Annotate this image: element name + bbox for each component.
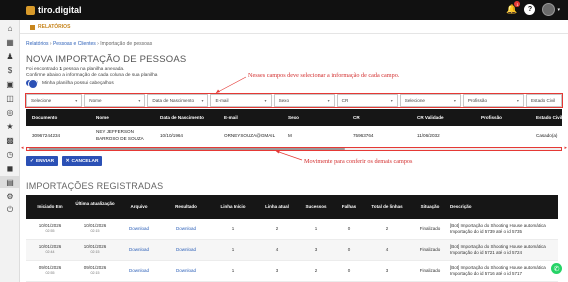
col-header: Total de linhas bbox=[371, 204, 403, 209]
col-header: Resultado bbox=[175, 204, 197, 209]
table-row: 09/01/2026 02:55 09/01/2026 02:15 Download… bbox=[26, 261, 558, 282]
col-header: Falhas bbox=[341, 204, 357, 209]
cell-descricao: [Bot] Importação do Shooting House autom… bbox=[450, 223, 546, 234]
col-header: Descrição bbox=[450, 204, 472, 209]
table-row: 10/01/2026 02:44 10/01/2026 02:15 Download… bbox=[26, 240, 558, 261]
download-result-link[interactable]: Download bbox=[162, 226, 210, 232]
cell-linha-atual: 2 bbox=[275, 226, 279, 231]
cell-linha-atual: 3 bbox=[275, 268, 279, 273]
cell-sucessos: 1 bbox=[314, 226, 318, 231]
col-header: Linha atual bbox=[265, 204, 289, 209]
col-header: Sucessos bbox=[305, 204, 327, 209]
cell-update: 09/01/2026 02:15 bbox=[83, 265, 107, 275]
registered-table-header: Iniciado Em Última atualização Arquivo R… bbox=[26, 195, 558, 219]
cell-linha-atual: 4 bbox=[275, 247, 279, 252]
cell-linha-inicio: 1 bbox=[231, 247, 235, 252]
cell-situacao: Finalizado bbox=[419, 268, 441, 273]
cell-total: 2 bbox=[385, 226, 389, 231]
cell-sucessos: 2 bbox=[314, 268, 318, 273]
whatsapp-icon[interactable]: ✆ bbox=[551, 263, 562, 274]
annotation-arrowhead-top bbox=[216, 89, 220, 93]
cell-falhas: 0 bbox=[347, 226, 351, 231]
cell-situacao: Finalizado bbox=[419, 226, 441, 231]
cell-descricao: [Bot] Importação do Shooting House autom… bbox=[450, 265, 546, 276]
download-result-link[interactable]: Download bbox=[162, 268, 210, 274]
col-header: Linha Início bbox=[220, 204, 246, 209]
registered-imports-title: IMPORTAÇÕES REGISTRADAS bbox=[26, 181, 164, 191]
col-header: Situação bbox=[420, 204, 440, 209]
download-file-link[interactable]: Download bbox=[116, 247, 162, 253]
cell-falhas: 0 bbox=[347, 247, 351, 252]
cell-start: 09/01/2026 02:55 bbox=[38, 265, 62, 275]
cell-start: 10/01/2026 02:44 bbox=[38, 244, 62, 254]
col-header: Iniciado Em bbox=[37, 204, 63, 209]
cell-total: 3 bbox=[385, 268, 389, 273]
annotation-arrow-bottom bbox=[275, 150, 303, 161]
cell-descricao: [Bot] Importação do Shooting House autom… bbox=[450, 244, 546, 255]
cell-sucessos: 3 bbox=[314, 247, 318, 252]
download-result-link[interactable]: Download bbox=[162, 247, 210, 253]
cell-start: 10/01/2026 02:55 bbox=[38, 223, 62, 233]
annotation-bottom: Movimente para conferir os demais campos bbox=[304, 158, 413, 165]
cell-update: 10/01/2026 02:15 bbox=[83, 244, 107, 254]
download-file-link[interactable]: Download bbox=[116, 226, 162, 232]
cell-update: 10/01/2026 02:15 bbox=[83, 223, 107, 233]
cell-total: 4 bbox=[385, 247, 389, 252]
cell-falhas: 0 bbox=[347, 268, 351, 273]
annotation-arrow-top bbox=[215, 76, 247, 94]
table-row: 10/01/2026 02:55 10/01/2026 02:15 Download… bbox=[26, 219, 558, 240]
col-header: Última atualização bbox=[75, 201, 115, 206]
cell-situacao: Finalizado bbox=[419, 247, 441, 252]
annotation-top: Nesses campos deve selecionar a informaç… bbox=[248, 72, 400, 79]
col-header: Arquivo bbox=[130, 204, 148, 209]
download-file-link[interactable]: Download bbox=[116, 268, 162, 274]
cell-linha-inicio: 1 bbox=[231, 268, 235, 273]
cell-linha-inicio: 1 bbox=[231, 226, 235, 231]
